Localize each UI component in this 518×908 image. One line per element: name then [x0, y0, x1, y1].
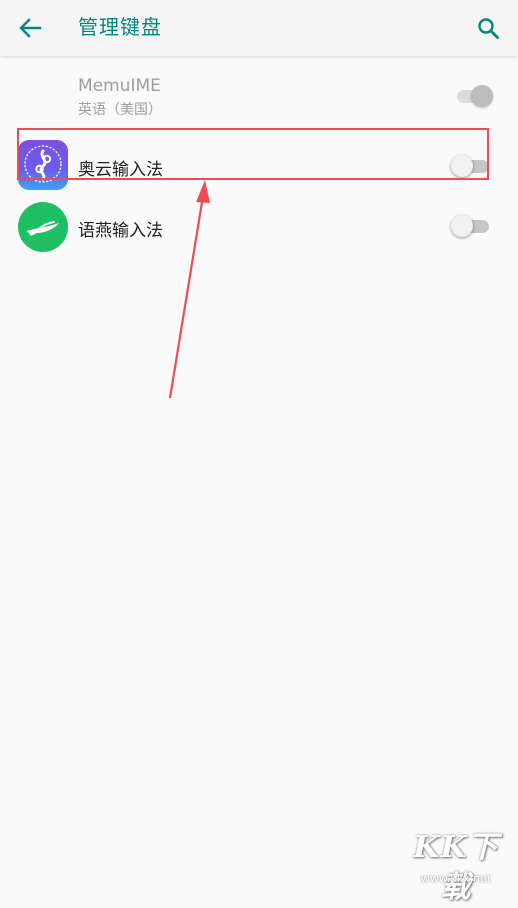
toggle-memuime[interactable] — [451, 83, 493, 109]
back-arrow-icon — [19, 18, 42, 38]
watermark-title: KK下载 — [413, 830, 499, 905]
keyboard-language: 英语（美国） — [78, 102, 162, 118]
toggle-thumb — [451, 155, 473, 177]
toggle-aoyun[interactable] — [451, 153, 493, 179]
keyboard-name: 语燕输入法 — [78, 221, 163, 241]
toggle-thumb — [471, 85, 493, 107]
app-bar: 管理键盘 — [0, 0, 518, 56]
keyboard-row-aoyun[interactable]: 奥云输入法 — [0, 135, 518, 195]
page-title: 管理键盘 — [78, 15, 162, 39]
watermark-logo: KK下载 www.kkx.net — [398, 828, 514, 905]
yuyan-app-icon — [18, 202, 68, 252]
toggle-yuyan[interactable] — [451, 213, 493, 239]
toggle-thumb — [451, 215, 473, 237]
search-icon — [478, 18, 499, 39]
search-button[interactable] — [472, 12, 504, 44]
keyboard-row-memuime: MemuIME 英语（美国） — [0, 66, 518, 126]
annotation-arrow — [168, 180, 210, 399]
keyboard-row-yuyan[interactable]: 语燕输入法 — [0, 196, 518, 256]
keyboard-name: MemuIME — [78, 76, 161, 96]
keyboard-name: 奥云输入法 — [78, 160, 163, 180]
aoyun-app-icon — [18, 140, 68, 190]
back-button[interactable] — [14, 12, 46, 44]
watermark-url: www.kkx.net — [420, 872, 492, 885]
